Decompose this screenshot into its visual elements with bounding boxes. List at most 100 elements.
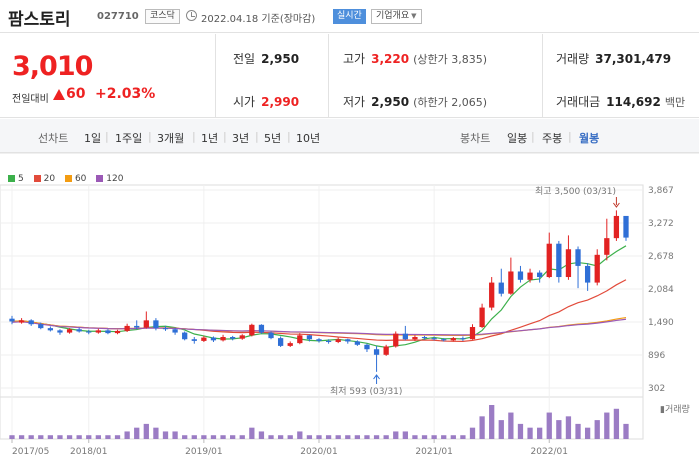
candle-body bbox=[546, 243, 552, 278]
candle-body bbox=[297, 335, 303, 344]
candle-body bbox=[584, 265, 591, 283]
volume-bar bbox=[537, 427, 543, 439]
volume-bar bbox=[441, 435, 447, 439]
volume-bar bbox=[153, 427, 159, 439]
volume-bar bbox=[469, 427, 476, 439]
candle-body bbox=[421, 337, 428, 339]
volume-bar bbox=[134, 427, 140, 439]
volume-bar bbox=[182, 435, 188, 439]
volume-bar bbox=[489, 405, 495, 439]
volume-bar bbox=[373, 435, 380, 439]
y-tick-label: 302 bbox=[648, 384, 665, 394]
volume-bar bbox=[412, 435, 418, 439]
volume-bar bbox=[325, 435, 332, 439]
candle-body bbox=[393, 333, 399, 347]
candle-body bbox=[162, 328, 169, 330]
y-tick-label: 2,678 bbox=[648, 252, 674, 262]
candle-body bbox=[373, 349, 380, 355]
candle-body bbox=[325, 340, 332, 343]
volume-bar bbox=[124, 431, 130, 439]
volume-bar bbox=[18, 435, 25, 439]
volume-bar bbox=[306, 435, 313, 439]
price-chart[interactable]: 3,867 3,272 2,678 2,084 1,490 896 302 2017/05 20… bbox=[0, 0, 699, 463]
volume-bar bbox=[57, 435, 63, 439]
volume-bar bbox=[9, 435, 15, 439]
volume-bar bbox=[268, 435, 274, 439]
volume-bar bbox=[210, 435, 217, 439]
volume-bar bbox=[239, 435, 245, 439]
candle-body bbox=[364, 344, 370, 350]
candle-body bbox=[479, 307, 485, 328]
candle-body bbox=[354, 341, 361, 345]
volume-bar bbox=[354, 435, 361, 439]
price-panel bbox=[0, 184, 644, 398]
volume-bar bbox=[613, 408, 620, 439]
x-tick-label: 2020/01 bbox=[300, 447, 337, 457]
candle-body bbox=[316, 339, 322, 341]
candle-body bbox=[623, 215, 629, 238]
candle-body bbox=[431, 338, 437, 340]
volume-bar bbox=[517, 423, 524, 439]
x-tick-label: 2022/01 bbox=[531, 447, 568, 457]
candle-body bbox=[210, 337, 217, 341]
volume-bar bbox=[249, 427, 255, 439]
volume-bar bbox=[105, 435, 111, 439]
volume-bar bbox=[258, 431, 265, 439]
volume-bar bbox=[220, 435, 226, 439]
candle-body bbox=[220, 337, 226, 341]
volume-bar bbox=[316, 435, 322, 439]
y-tick-label: 2,084 bbox=[648, 285, 674, 295]
low-annotation: 최저 593 (03/31) bbox=[330, 386, 402, 397]
candle-body bbox=[258, 324, 265, 333]
y-tick-label: 896 bbox=[648, 351, 665, 361]
volume-bar bbox=[383, 435, 389, 439]
candle-body bbox=[124, 325, 130, 331]
candle-body bbox=[95, 330, 101, 333]
high-annotation: 최고 3,500 (03/31) bbox=[535, 186, 616, 197]
candle-body bbox=[402, 333, 408, 340]
volume-bar bbox=[527, 427, 533, 439]
candle-body bbox=[345, 339, 351, 342]
volume-bar bbox=[565, 416, 572, 439]
volume-bar bbox=[364, 435, 370, 439]
volume-bar bbox=[345, 435, 351, 439]
candle-body bbox=[230, 337, 236, 339]
candle-body bbox=[383, 346, 389, 355]
candle-body bbox=[172, 329, 178, 333]
candle-body bbox=[239, 335, 245, 339]
candle-body bbox=[38, 324, 44, 329]
candle-body bbox=[134, 325, 140, 328]
candle-body bbox=[517, 271, 524, 280]
candle-body bbox=[537, 272, 543, 278]
volume-bar bbox=[287, 435, 293, 439]
candle-body bbox=[28, 320, 34, 325]
x-tick-label: 2017/05 bbox=[12, 447, 49, 457]
volume-bar bbox=[402, 431, 408, 439]
volume-bar bbox=[556, 420, 562, 439]
volume-panel bbox=[0, 396, 644, 440]
volume-bar bbox=[191, 435, 197, 439]
y-tick-label: 3,867 bbox=[648, 186, 674, 196]
candle-body bbox=[277, 338, 284, 346]
volume-bar bbox=[431, 435, 437, 439]
volume-bar bbox=[95, 435, 101, 439]
candle-body bbox=[498, 282, 504, 294]
volume-bar bbox=[498, 420, 504, 439]
volume-bar bbox=[584, 427, 591, 439]
candle-body bbox=[287, 343, 293, 346]
candle-body bbox=[201, 337, 207, 341]
candle-body bbox=[460, 338, 466, 340]
volume-axis-label: ▮거래량 bbox=[660, 403, 690, 415]
candle-body bbox=[47, 328, 54, 331]
candle-body bbox=[76, 329, 82, 332]
volume-bar bbox=[66, 435, 73, 439]
candle-body bbox=[66, 329, 73, 333]
volume-bar bbox=[575, 423, 581, 439]
candle-body bbox=[556, 243, 562, 278]
volume-bar bbox=[172, 431, 178, 439]
candle-body bbox=[613, 215, 620, 239]
volume-bar bbox=[38, 435, 44, 439]
volume-bar bbox=[201, 435, 207, 439]
volume-bar bbox=[594, 420, 600, 439]
candle-body bbox=[527, 272, 533, 280]
